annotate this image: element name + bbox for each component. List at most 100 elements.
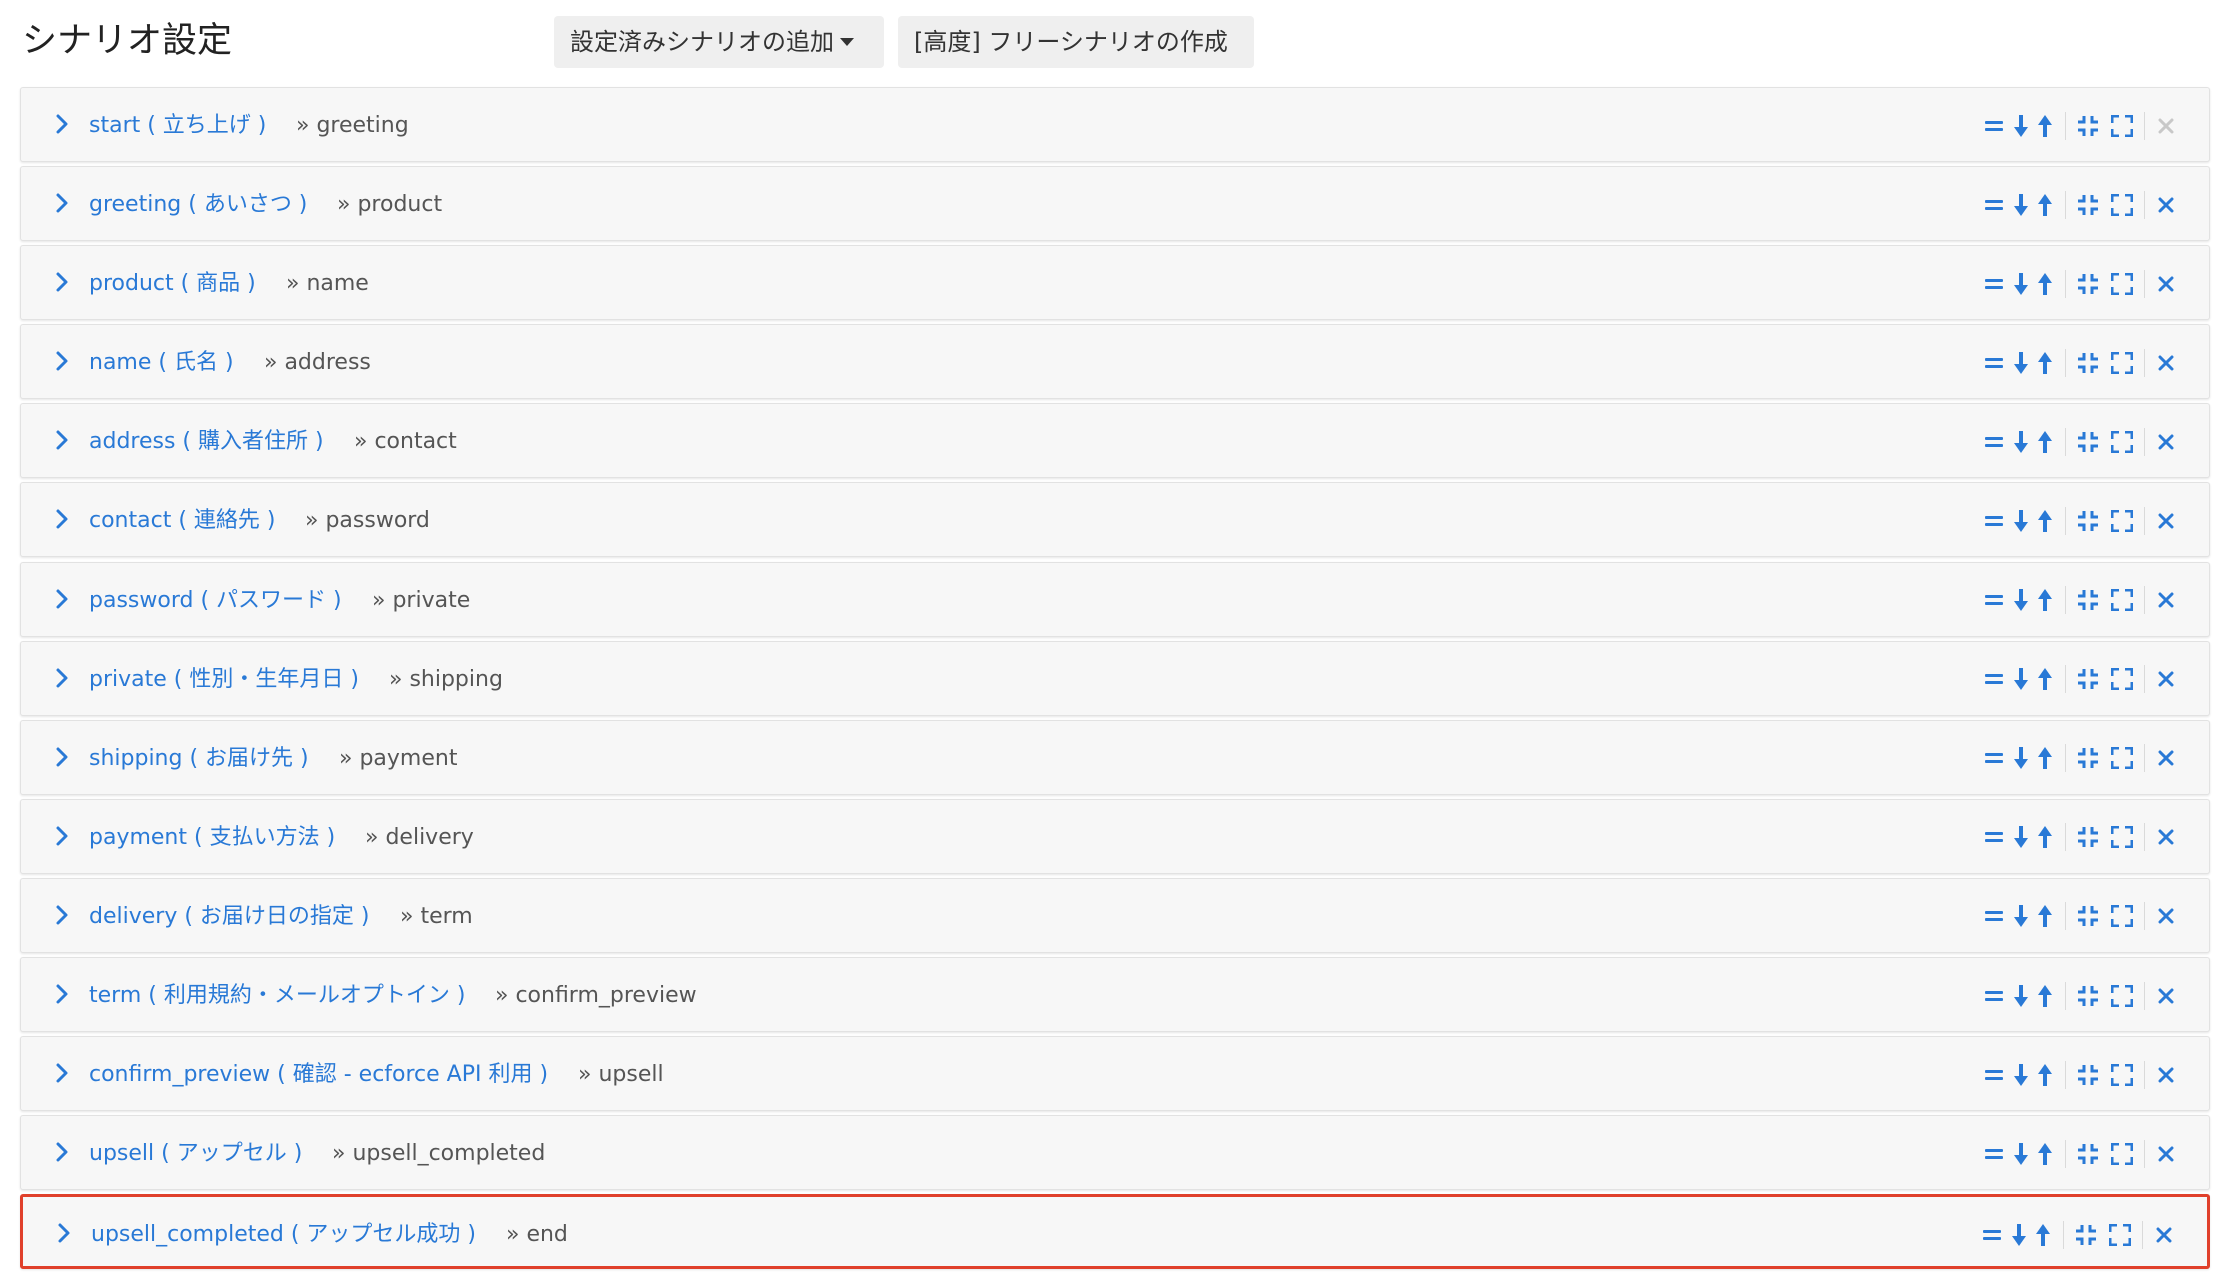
expand-icon[interactable] <box>2110 268 2134 300</box>
close-icon[interactable] <box>2155 426 2177 458</box>
expand-icon[interactable] <box>2110 1059 2134 1091</box>
close-icon[interactable] <box>2155 347 2177 379</box>
scenario-name-link[interactable]: term ( 利用規約・メールオプトイン ) <box>89 958 465 1033</box>
scenario-name-link[interactable]: private ( 性別・生年月日 ) <box>89 642 359 717</box>
scenario-name-link[interactable]: shipping ( お届け先 ) <box>89 721 309 796</box>
arrow-up-icon[interactable] <box>2035 1138 2055 1170</box>
arrow-down-icon[interactable] <box>2011 821 2031 853</box>
arrow-up-icon[interactable] <box>2035 189 2055 221</box>
scenario-name-link[interactable]: contact ( 連絡先 ) <box>89 483 275 558</box>
close-icon[interactable] <box>2153 1219 2175 1251</box>
expand-icon[interactable] <box>2110 505 2134 537</box>
drag-handle-icon[interactable] <box>1983 1059 2005 1091</box>
scenario-name-link[interactable]: greeting ( あいさつ ) <box>89 167 307 242</box>
expand-icon[interactable] <box>2110 821 2134 853</box>
compress-icon[interactable] <box>2076 268 2100 300</box>
arrow-down-icon[interactable] <box>2011 900 2031 932</box>
chevron-right-icon[interactable] <box>55 666 77 692</box>
close-icon[interactable] <box>2155 900 2177 932</box>
compress-icon[interactable] <box>2076 663 2100 695</box>
chevron-right-icon[interactable] <box>55 1061 77 1087</box>
expand-icon[interactable] <box>2110 1138 2134 1170</box>
compress-icon[interactable] <box>2076 189 2100 221</box>
scenario-name-link[interactable]: payment ( 支払い方法 ) <box>89 800 335 875</box>
arrow-up-icon[interactable] <box>2035 821 2055 853</box>
drag-handle-icon[interactable] <box>1983 663 2005 695</box>
chevron-right-icon[interactable] <box>55 191 77 217</box>
drag-handle-icon[interactable] <box>1983 426 2005 458</box>
arrow-up-icon[interactable] <box>2035 505 2055 537</box>
chevron-right-icon[interactable] <box>55 507 77 533</box>
arrow-up-icon[interactable] <box>2033 1219 2053 1251</box>
drag-handle-icon[interactable] <box>1983 505 2005 537</box>
chevron-right-icon[interactable] <box>55 270 77 296</box>
expand-icon[interactable] <box>2110 110 2134 142</box>
arrow-up-icon[interactable] <box>2035 900 2055 932</box>
arrow-down-icon[interactable] <box>2011 1059 2031 1091</box>
compress-icon[interactable] <box>2076 584 2100 616</box>
expand-icon[interactable] <box>2110 900 2134 932</box>
drag-handle-icon[interactable] <box>1983 189 2005 221</box>
compress-icon[interactable] <box>2076 110 2100 142</box>
expand-icon[interactable] <box>2110 980 2134 1012</box>
arrow-down-icon[interactable] <box>2011 347 2031 379</box>
scenario-name-link[interactable]: upsell_completed ( アップセル成功 ) <box>91 1197 476 1272</box>
arrow-down-icon[interactable] <box>2011 189 2031 221</box>
compress-icon[interactable] <box>2076 821 2100 853</box>
drag-handle-icon[interactable] <box>1983 268 2005 300</box>
chevron-right-icon[interactable] <box>55 824 77 850</box>
compress-icon[interactable] <box>2076 426 2100 458</box>
expand-icon[interactable] <box>2110 426 2134 458</box>
scenario-name-link[interactable]: start ( 立ち上げ ) <box>89 88 266 163</box>
drag-handle-icon[interactable] <box>1981 1219 2003 1251</box>
drag-handle-icon[interactable] <box>1983 742 2005 774</box>
scenario-name-link[interactable]: delivery ( お届け日の指定 ) <box>89 879 370 954</box>
arrow-down-icon[interactable] <box>2011 584 2031 616</box>
drag-handle-icon[interactable] <box>1983 980 2005 1012</box>
close-icon[interactable] <box>2155 980 2177 1012</box>
chevron-right-icon[interactable] <box>55 982 77 1008</box>
compress-icon[interactable] <box>2076 505 2100 537</box>
scenario-name-link[interactable]: product ( 商品 ) <box>89 246 256 321</box>
close-icon[interactable] <box>2155 821 2177 853</box>
drag-handle-icon[interactable] <box>1983 1138 2005 1170</box>
arrow-up-icon[interactable] <box>2035 980 2055 1012</box>
scenario-name-link[interactable]: address ( 購入者住所 ) <box>89 404 324 479</box>
chevron-right-icon[interactable] <box>55 587 77 613</box>
arrow-down-icon[interactable] <box>2011 663 2031 695</box>
expand-icon[interactable] <box>2110 584 2134 616</box>
chevron-right-icon[interactable] <box>55 349 77 375</box>
chevron-right-icon[interactable] <box>55 903 77 929</box>
arrow-down-icon[interactable] <box>2011 1138 2031 1170</box>
drag-handle-icon[interactable] <box>1983 900 2005 932</box>
expand-icon[interactable] <box>2110 742 2134 774</box>
close-icon[interactable] <box>2155 663 2177 695</box>
compress-icon[interactable] <box>2076 900 2100 932</box>
arrow-down-icon[interactable] <box>2011 426 2031 458</box>
expand-icon[interactable] <box>2110 663 2134 695</box>
arrow-up-icon[interactable] <box>2035 584 2055 616</box>
scenario-name-link[interactable]: password ( パスワード ) <box>89 563 342 638</box>
expand-icon[interactable] <box>2108 1219 2132 1251</box>
create-free-scenario-button[interactable]: [高度] フリーシナリオの作成 <box>898 16 1254 68</box>
close-icon[interactable] <box>2155 584 2177 616</box>
arrow-up-icon[interactable] <box>2035 110 2055 142</box>
close-icon[interactable] <box>2155 505 2177 537</box>
close-icon[interactable] <box>2155 1059 2177 1091</box>
close-icon[interactable] <box>2155 742 2177 774</box>
arrow-down-icon[interactable] <box>2011 742 2031 774</box>
chevron-right-icon[interactable] <box>57 1221 79 1247</box>
add-configured-scenario-dropdown[interactable]: 設定済みシナリオの追加 <box>554 16 884 68</box>
arrow-up-icon[interactable] <box>2035 268 2055 300</box>
compress-icon[interactable] <box>2074 1219 2098 1251</box>
drag-handle-icon[interactable] <box>1983 584 2005 616</box>
compress-icon[interactable] <box>2076 1059 2100 1091</box>
close-icon[interactable] <box>2155 1138 2177 1170</box>
expand-icon[interactable] <box>2110 347 2134 379</box>
close-icon[interactable] <box>2155 189 2177 221</box>
arrow-up-icon[interactable] <box>2035 426 2055 458</box>
arrow-down-icon[interactable] <box>2011 980 2031 1012</box>
compress-icon[interactable] <box>2076 742 2100 774</box>
arrow-up-icon[interactable] <box>2035 742 2055 774</box>
chevron-right-icon[interactable] <box>55 112 77 138</box>
